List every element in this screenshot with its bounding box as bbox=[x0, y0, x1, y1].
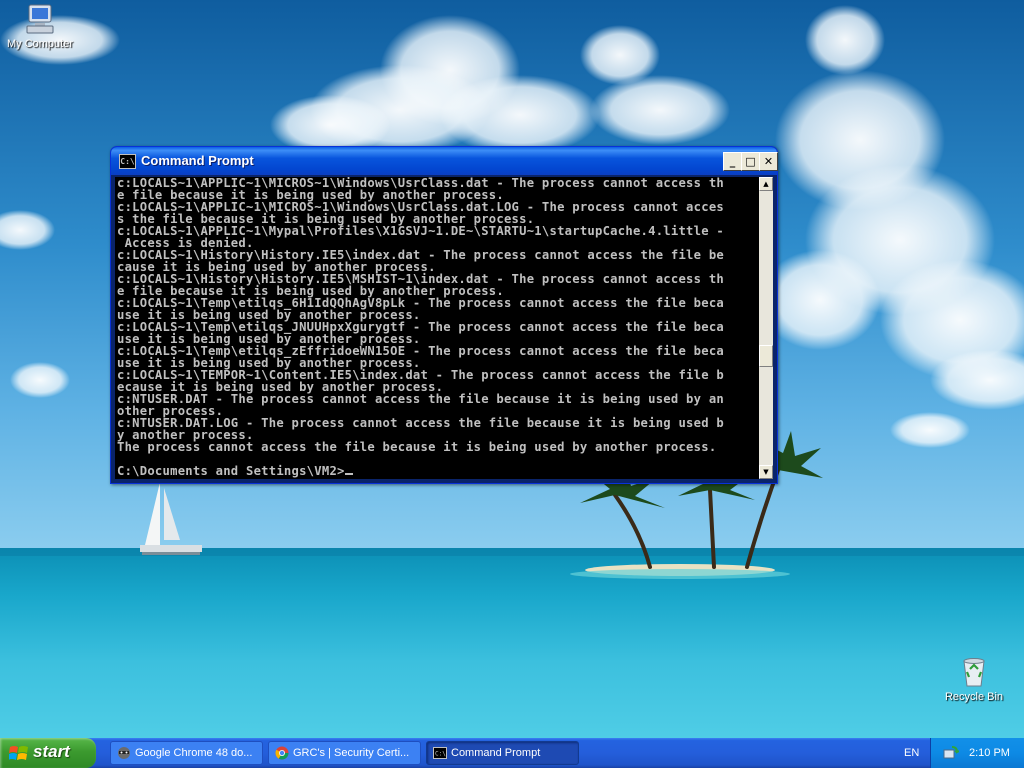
cmd-icon: C:\ bbox=[119, 154, 136, 169]
clock[interactable]: 2:10 PM bbox=[969, 738, 1010, 768]
console-line: The process cannot access the file becau… bbox=[117, 440, 717, 454]
minimize-icon: _ bbox=[729, 155, 736, 168]
taskbar: start Google Chrome 48 do... GRC's | Sec… bbox=[0, 738, 1024, 768]
command-prompt-window[interactable]: C:\ Command Prompt _ □ ✕ c:LOCALS~1\APPL… bbox=[110, 146, 778, 484]
scroll-up-button[interactable]: ▲ bbox=[759, 177, 773, 191]
window-title: Command Prompt bbox=[141, 153, 254, 168]
maximize-icon: □ bbox=[745, 155, 756, 168]
console-output[interactable]: c:LOCALS~1\APPLIC~1\MICROS~1\Windows\Usr… bbox=[115, 177, 759, 479]
maximize-button[interactable]: □ bbox=[741, 152, 760, 171]
taskbar-item-chrome-download[interactable]: Google Chrome 48 do... bbox=[110, 741, 263, 765]
system-tray: 2:10 PM bbox=[930, 738, 1024, 768]
close-icon: ✕ bbox=[763, 155, 774, 168]
raccoon-app-icon bbox=[118, 747, 130, 759]
scrollbar-thumb[interactable] bbox=[759, 345, 773, 367]
text-cursor bbox=[344, 473, 353, 475]
arrow-up-icon: ▲ bbox=[763, 180, 769, 188]
desktop-icon-label: Recycle Bin bbox=[944, 691, 1004, 703]
recycle-bin-icon bbox=[963, 658, 985, 687]
start-label: start bbox=[33, 742, 70, 761]
language-indicator[interactable]: EN bbox=[904, 738, 919, 768]
taskbar-item-label: Google Chrome 48 do... bbox=[135, 747, 253, 759]
taskbar-item-command-prompt[interactable]: C:\ Command Prompt bbox=[426, 741, 579, 765]
taskbar-item-grc[interactable]: GRC's | Security Certi... bbox=[268, 741, 421, 765]
desktop-icon-label: My Computer bbox=[6, 38, 74, 50]
taskbar-item-label: GRC's | Security Certi... bbox=[293, 747, 410, 759]
arrow-down-icon: ▼ bbox=[763, 468, 769, 476]
cmd-icon: C:\ bbox=[433, 747, 447, 759]
svg-text:C:\: C:\ bbox=[435, 751, 446, 758]
windows-logo-icon bbox=[9, 746, 28, 760]
console-text: c:LOCALS~1\APPLIC~1\MICROS~1\Windows\Usr… bbox=[115, 177, 759, 465]
minimize-button[interactable]: _ bbox=[723, 152, 742, 171]
window-titlebar[interactable]: C:\ Command Prompt _ □ ✕ bbox=[111, 147, 778, 175]
close-button[interactable]: ✕ bbox=[759, 152, 778, 171]
chrome-icon bbox=[275, 746, 289, 760]
start-button[interactable]: start bbox=[0, 738, 96, 768]
console-prompt[interactable]: C:\Documents and Settings\VM2> bbox=[117, 464, 345, 478]
computer-icon bbox=[26, 4, 54, 34]
desktop-icon-my-computer[interactable]: My Computer bbox=[0, 2, 80, 50]
desktop-icon-recycle-bin[interactable]: Recycle Bin bbox=[934, 655, 1014, 703]
vertical-scrollbar[interactable]: ▲ ▼ bbox=[759, 177, 773, 479]
scroll-down-button[interactable]: ▼ bbox=[759, 465, 773, 479]
taskbar-item-label: Command Prompt bbox=[451, 747, 541, 759]
network-sync-icon[interactable] bbox=[943, 745, 959, 761]
